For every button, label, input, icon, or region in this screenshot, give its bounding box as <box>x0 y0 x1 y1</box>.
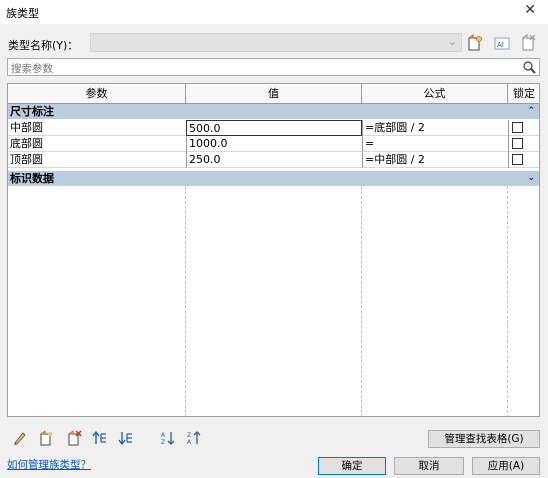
parameters-table: 参数 值 公式 锁定 尺寸标注 ⌃ 中部圆 500.0 =底部圆 / 2 底部圆… <box>7 83 540 417</box>
lock-checkbox[interactable] <box>512 122 523 133</box>
column-divider <box>507 186 508 416</box>
rename-type-icon[interactable]: AI <box>492 33 512 53</box>
chevron-down-icon: ⌄ <box>447 35 457 48</box>
ok-button[interactable]: 确定 <box>318 457 386 475</box>
lock-cell <box>508 152 539 168</box>
param-name: 底部圆 <box>10 137 43 150</box>
new-parameter-icon[interactable] <box>38 430 54 446</box>
value-field[interactable]: 1000.0 <box>186 136 362 152</box>
table-row[interactable]: 顶部圆 250.0 =中部圆 / 2 <box>8 152 539 168</box>
delete-parameter-icon[interactable] <box>66 430 82 446</box>
search-icon[interactable] <box>522 60 537 75</box>
move-down-icon[interactable] <box>118 430 134 446</box>
delete-type-icon[interactable] <box>518 33 538 53</box>
table-row[interactable]: 中部圆 500.0 =底部圆 / 2 <box>8 120 539 136</box>
value-field[interactable]: 500.0 <box>186 120 362 136</box>
header-formula[interactable]: 公式 <box>362 84 508 103</box>
column-divider <box>185 186 186 416</box>
group-label: 标识数据 <box>10 172 54 185</box>
formula-field[interactable]: = <box>362 136 508 152</box>
type-name-select[interactable]: ⌄ <box>90 33 462 52</box>
sort-ascending-icon[interactable]: A Z <box>160 430 176 446</box>
group-label: 尺寸标注 <box>10 105 54 118</box>
table-row[interactable]: 底部圆 1000.0 = <box>8 136 539 152</box>
type-name-row: 类型名称(Y)： ⌄ AI <box>6 33 542 53</box>
apply-button[interactable]: 应用(A) <box>472 457 540 475</box>
svg-text:A: A <box>161 432 166 439</box>
family-types-dialog: 类型名称(Y)： ⌄ AI 搜索参数 参数 值 公式 锁定 尺寸标注 ⌃ 中部圆… <box>0 24 548 478</box>
svg-text:Z: Z <box>187 432 191 439</box>
header-value[interactable]: 值 <box>186 84 362 103</box>
value-field[interactable]: 250.0 <box>186 152 362 168</box>
lock-checkbox[interactable] <box>512 154 523 165</box>
lock-cell <box>508 136 539 152</box>
formula-field[interactable]: =底部圆 / 2 <box>362 120 508 136</box>
formula-field[interactable]: =中部圆 / 2 <box>362 152 508 168</box>
new-type-icon[interactable] <box>464 33 484 53</box>
search-input[interactable]: 搜索参数 <box>7 58 540 76</box>
title-bar: 族类型 ✕ <box>0 0 548 24</box>
cancel-button[interactable]: 取消 <box>394 457 464 475</box>
header-parameter[interactable]: 参数 <box>8 84 186 103</box>
param-name: 顶部圆 <box>10 153 43 166</box>
manage-lookup-tables-button[interactable]: 管理查找表格(G) <box>428 430 540 448</box>
lock-checkbox[interactable] <box>512 138 523 149</box>
expand-icon[interactable]: ⌄ <box>527 171 535 186</box>
help-link[interactable]: 如何管理族类型？ <box>7 457 91 472</box>
param-name: 中部圆 <box>10 121 43 134</box>
group-identity-data[interactable]: 标识数据 ⌄ <box>8 171 539 186</box>
collapse-icon[interactable]: ⌃ <box>527 104 535 119</box>
search-placeholder: 搜索参数 <box>11 63 53 75</box>
svg-text:Z: Z <box>161 439 165 446</box>
edit-parameter-icon[interactable] <box>12 430 28 446</box>
svg-text:AI: AI <box>497 41 504 49</box>
lock-cell <box>508 120 539 136</box>
column-divider <box>361 186 362 416</box>
table-header: 参数 值 公式 锁定 <box>8 84 539 104</box>
header-lock[interactable]: 锁定 <box>508 84 539 103</box>
window-title: 族类型 <box>6 7 39 20</box>
group-dimensions[interactable]: 尺寸标注 ⌃ <box>8 104 539 119</box>
sort-descending-icon[interactable]: Z A <box>186 430 202 446</box>
close-icon[interactable]: ✕ <box>524 2 536 18</box>
move-up-icon[interactable] <box>92 430 108 446</box>
type-name-label: 类型名称(Y)： <box>8 39 79 52</box>
svg-text:A: A <box>187 439 192 446</box>
